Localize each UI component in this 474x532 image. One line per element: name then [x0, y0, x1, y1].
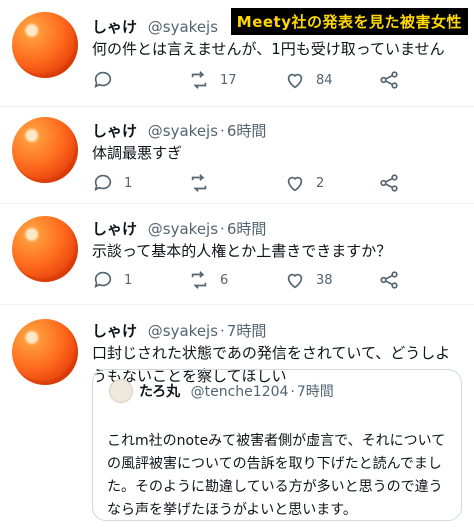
quoted-user-handle[interactable]: @tenche1204: [191, 384, 289, 400]
tweet-header: しゃけ @syakejs · 7時間: [92, 320, 266, 341]
like-button[interactable]: 84: [284, 68, 333, 92]
quoted-text: これm社のnoteみて被害者側が虚言で、それについての風評被害についての告訴を取…: [107, 433, 446, 518]
retweet-count: 6: [220, 272, 229, 288]
retweet-icon: [191, 174, 207, 192]
tweet-text: 体調最悪すぎ: [92, 144, 183, 162]
reply-icon: [94, 174, 112, 191]
share-icon: [380, 174, 398, 192]
retweet-button[interactable]: 17: [188, 68, 237, 92]
tweet[interactable]: しゃけ @syakejs · 6時間 示談って基本的人権とか上書きできますか？ 1 …: [0, 204, 474, 305]
tweet-header: しゃけ @syakejs: [92, 16, 218, 37]
avatar[interactable]: [12, 12, 78, 78]
tweet[interactable]: しゃけ @syakejs · 6時間 体調最悪すぎ 1 2: [0, 107, 474, 204]
user-name[interactable]: しゃけ: [92, 322, 137, 340]
like-button[interactable]: 38: [284, 268, 333, 292]
like-count: 84: [316, 72, 333, 88]
tweet-time[interactable]: 7時間: [227, 322, 267, 340]
tweet-actions: 1 6 38: [92, 268, 432, 292]
separator-dot: ·: [220, 322, 225, 340]
retweet-button[interactable]: [188, 171, 220, 195]
like-count: 38: [316, 272, 333, 288]
share-button[interactable]: [378, 68, 400, 92]
reply-count: 1: [124, 175, 133, 191]
like-icon: [287, 176, 303, 192]
like-icon: [287, 273, 303, 289]
user-name[interactable]: しゃけ: [92, 18, 137, 36]
like-button[interactable]: 2: [284, 171, 324, 195]
user-name[interactable]: しゃけ: [92, 122, 137, 140]
quoted-avatar[interactable]: [109, 379, 133, 403]
user-name[interactable]: しゃけ: [92, 220, 137, 238]
user-handle[interactable]: @syakejs: [148, 322, 218, 340]
reply-button[interactable]: 1: [92, 171, 132, 195]
retweet-icon: [191, 271, 207, 289]
share-button[interactable]: [378, 171, 400, 195]
share-icon: [380, 271, 398, 289]
user-handle[interactable]: @syakejs: [148, 220, 218, 238]
separator-dot: ·: [220, 220, 225, 238]
retweet-button[interactable]: 6: [188, 268, 228, 292]
user-handle[interactable]: @syakejs: [148, 122, 218, 140]
reply-button[interactable]: 1: [92, 268, 132, 292]
quoted-header: たろ丸 @tenche1204 · 7時間: [139, 381, 334, 401]
share-icon: [380, 71, 398, 89]
tweet-header: しゃけ @syakejs · 6時間: [92, 120, 266, 141]
reply-icon: [94, 71, 112, 88]
quoted-tweet[interactable]: たろ丸 @tenche1204 · 7時間 これm社のnoteみて被害者側が虚言で、…: [92, 369, 462, 521]
share-button[interactable]: [378, 268, 400, 292]
separator-dot: ·: [290, 384, 295, 400]
tweet-actions: 1 2: [92, 171, 432, 195]
retweet-count: 17: [220, 72, 237, 88]
separator-dot: ·: [220, 122, 225, 140]
tweet-actions: 17 84: [92, 68, 432, 92]
tweet-time[interactable]: 6時間: [227, 122, 267, 140]
quoted-user-name[interactable]: たろ丸: [139, 384, 180, 400]
quoted-time[interactable]: 7時間: [297, 384, 334, 400]
tweet[interactable]: しゃけ @syakejs 何の件とは言えませんが、1円も受け取っていません 17…: [0, 0, 474, 107]
avatar[interactable]: [12, 319, 78, 385]
reply-button[interactable]: [92, 68, 124, 92]
tweet-header: しゃけ @syakejs · 6時間: [92, 218, 266, 239]
avatar[interactable]: [12, 216, 78, 282]
reply-icon: [94, 271, 112, 288]
reply-count: 1: [124, 272, 133, 288]
like-count: 2: [316, 175, 325, 191]
like-icon: [287, 73, 303, 89]
tweet-text: 何の件とは言えませんが、1円も受け取っていません: [92, 40, 445, 58]
retweet-icon: [191, 71, 207, 89]
tweet-time[interactable]: 6時間: [227, 220, 267, 238]
tweet-text: 示談って基本的人権とか上書きできますか？: [92, 242, 392, 260]
user-handle[interactable]: @syakejs: [148, 18, 218, 36]
avatar[interactable]: [12, 117, 78, 183]
